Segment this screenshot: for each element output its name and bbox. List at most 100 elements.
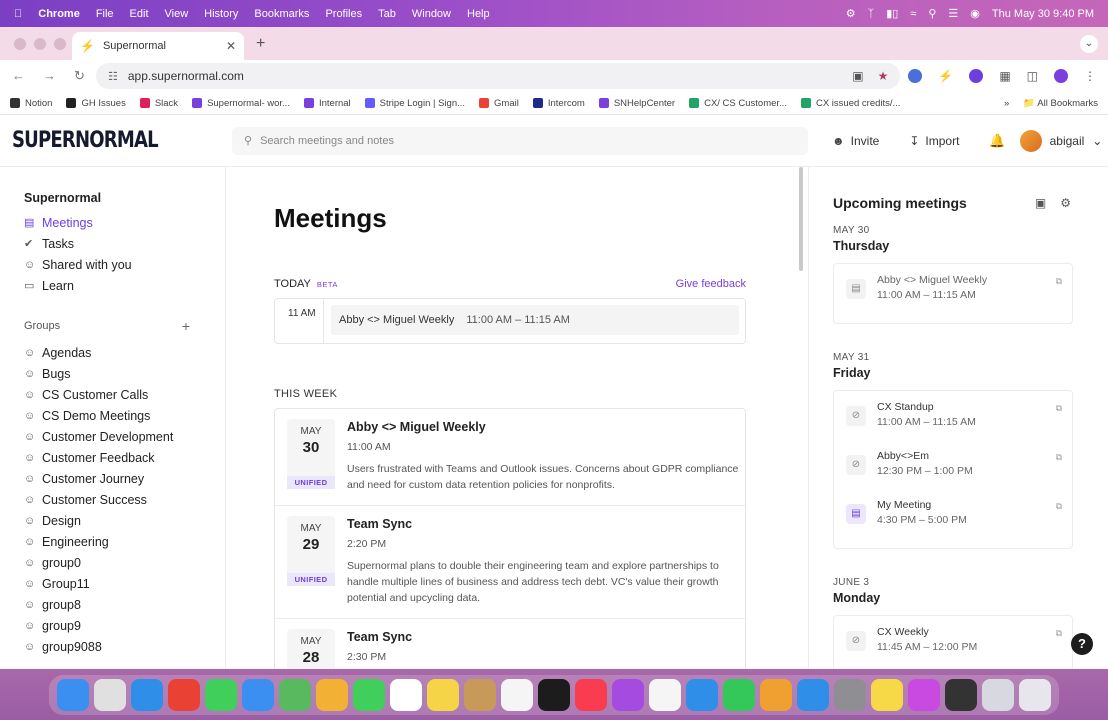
downloads-folder-icon[interactable] [982, 678, 1014, 711]
app-store-icon[interactable] [797, 678, 829, 711]
upcoming-event[interactable]: ⊘ CX Weekly 11:45 AM – 12:00 PM ⧉ [834, 622, 1072, 669]
apple-icon[interactable]:  [14, 8, 22, 20]
siri-icon[interactable]: ◉ [970, 7, 980, 20]
today-event[interactable]: Abby <> Miguel Weekly 11:00 AM – 11:15 A… [331, 305, 739, 335]
facetime-icon[interactable] [353, 678, 385, 711]
workspace-name[interactable]: Supernormal [24, 191, 225, 205]
minimize-window-button[interactable] [34, 37, 46, 50]
site-settings-icon[interactable]: ☷ [108, 70, 118, 83]
battery-icon[interactable]: ▮▯ [886, 7, 898, 20]
wifi-icon[interactable]: ≈ [910, 8, 916, 20]
upcoming-event[interactable]: ▤ My Meeting 4:30 PM – 5:00 PM ⧉ [834, 495, 1072, 544]
invite-button[interactable]: ☻ Invite [832, 134, 879, 148]
bookmark-star-icon[interactable]: ★ [878, 69, 889, 83]
sidebar-item-tasks[interactable]: ✔ Tasks [24, 233, 225, 254]
close-tab-icon[interactable]: ✕ [226, 39, 236, 53]
notes-icon[interactable] [427, 678, 459, 711]
user-name[interactable]: abigail [1050, 134, 1085, 148]
sidebar-item-meetings[interactable]: ▤ Meetings [24, 212, 225, 233]
cast-icon[interactable]: ▣ [852, 69, 863, 83]
menu-help[interactable]: Help [467, 8, 490, 20]
menu-bookmarks[interactable]: Bookmarks [254, 8, 309, 20]
bookmark-item[interactable]: Slack [139, 98, 178, 109]
sidebar-group-item[interactable]: ☺ CS Customer Calls [24, 384, 225, 405]
menu-view[interactable]: View [165, 8, 189, 20]
system-settings-icon[interactable] [834, 678, 866, 711]
sidebar-group-item[interactable]: ☺ group0 [24, 552, 225, 573]
meeting-title[interactable]: Team Sync [347, 630, 742, 644]
address-bar[interactable]: ☷ app.supernormal.com ▣ ★ [96, 63, 901, 89]
menubar-app-name[interactable]: Chrome [38, 8, 80, 20]
all-bookmarks[interactable]: 📁 All Bookmarks [1023, 98, 1098, 109]
give-feedback-link[interactable]: Give feedback [676, 278, 746, 290]
safari-icon[interactable] [131, 678, 163, 711]
search-input[interactable]: ⚲ Search meetings and notes [232, 126, 808, 155]
sidebar-group-item[interactable]: ☺ Customer Journey [24, 468, 225, 489]
gear-status-icon[interactable]: ⚙ [846, 7, 856, 20]
reminders-icon[interactable] [501, 678, 533, 711]
sidebar-group-item[interactable]: ☺ group8 [24, 594, 225, 615]
forward-arrow-icon[interactable]: → [43, 68, 56, 84]
numbers-icon[interactable] [723, 678, 755, 711]
sidebar-group-item[interactable]: ☺ group9088 [24, 636, 225, 657]
sidebar-group-item[interactable]: ☺ Design [24, 510, 225, 531]
meeting-title[interactable]: Abby <> Miguel Weekly [347, 420, 742, 434]
menu-edit[interactable]: Edit [130, 8, 149, 20]
upcoming-event[interactable]: ⊘ Abby<>Em 12:30 PM – 1:00 PM ⧉ [834, 446, 1072, 495]
copy-link-icon[interactable]: ⧉ [1056, 628, 1062, 639]
bluetooth-icon[interactable]: ᛉ [868, 8, 875, 20]
calendar-icon[interactable] [390, 678, 422, 711]
launchpad-icon[interactable] [94, 678, 126, 711]
menu-profiles[interactable]: Profiles [325, 8, 362, 20]
bookmark-item[interactable]: Stripe Login | Sign... [364, 98, 465, 109]
finder-icon[interactable] [57, 678, 89, 711]
control-center-icon[interactable]: ☰ [948, 7, 958, 20]
menu-history[interactable]: History [204, 8, 238, 20]
close-window-button[interactable] [14, 37, 26, 50]
stickies-icon[interactable] [871, 678, 903, 711]
copy-link-icon[interactable]: ⧉ [1056, 403, 1062, 414]
podcasts-icon[interactable] [612, 678, 644, 711]
meeting-row[interactable]: MAY28Team Sync2:30 PMBrandon has left th… [275, 619, 745, 669]
more-bookmarks-chevron-icon[interactable]: » [1004, 98, 1009, 109]
news-icon[interactable] [649, 678, 681, 711]
photos-icon[interactable] [316, 678, 348, 711]
extension-bolt-icon[interactable]: ⚡ [938, 69, 953, 83]
meeting-row[interactable]: MAY 30 UNIFIED Abby <> Miguel Weekly 11:00 A… [275, 409, 745, 506]
bookmark-item[interactable]: Gmail [479, 98, 519, 109]
bookmark-item[interactable]: Supernormal- wor... [192, 98, 290, 109]
menu-window[interactable]: Window [412, 8, 451, 20]
trash-icon[interactable] [1019, 678, 1051, 711]
help-button[interactable]: ? [1071, 633, 1093, 655]
bookmark-item[interactable]: CX/ CS Customer... [689, 98, 787, 109]
back-arrow-icon[interactable]: ← [12, 68, 25, 84]
extension-grid-icon[interactable]: ▦ [999, 69, 1010, 83]
bookmark-item[interactable]: Intercom [532, 98, 585, 109]
tab-search-chevron-icon[interactable]: ⌄ [1080, 34, 1098, 53]
copy-link-icon[interactable]: ⧉ [1056, 452, 1062, 463]
sidebar-item-shared-with-you[interactable]: ☺ Shared with you [24, 254, 225, 275]
maps-icon[interactable] [279, 678, 311, 711]
copy-link-icon[interactable]: ⧉ [1056, 276, 1062, 287]
browser-tab-active[interactable]: ⚡ Supernormal ✕ [72, 32, 244, 60]
copy-link-icon[interactable]: ⧉ [1056, 501, 1062, 512]
avatar[interactable] [1019, 129, 1042, 152]
menu-tab[interactable]: Tab [378, 8, 396, 20]
add-group-icon[interactable]: + [182, 318, 190, 334]
new-tab-button[interactable]: + [256, 35, 265, 53]
sidebar-group-item[interactable]: ☺ Bugs [24, 363, 225, 384]
sidebar-item-learn[interactable]: ▭ Learn [24, 275, 225, 296]
sidebar-group-item[interactable]: ☺ Agendas [24, 342, 225, 363]
supernormal-logo[interactable]: SUPERNORMAL [12, 128, 180, 153]
bookmark-item[interactable]: Notion [10, 98, 52, 109]
zoom-window-button[interactable] [54, 37, 66, 50]
import-button[interactable]: ↧ Import [909, 134, 959, 148]
calculator-icon[interactable] [945, 678, 977, 711]
sidebar-group-item[interactable]: ☺ Group11 [24, 573, 225, 594]
bookmark-item[interactable]: GH Issues [66, 98, 126, 109]
sidebar-group-item[interactable]: ☺ Customer Success [24, 489, 225, 510]
reload-icon[interactable]: ↻ [74, 68, 85, 84]
chrome-icon[interactable] [168, 678, 200, 711]
meeting-row[interactable]: MAY 29 UNIFIED Team Sync 2:20 PM Supernormal … [275, 506, 745, 619]
sidebar-group-item[interactable]: ☺ Customer Development [24, 426, 225, 447]
